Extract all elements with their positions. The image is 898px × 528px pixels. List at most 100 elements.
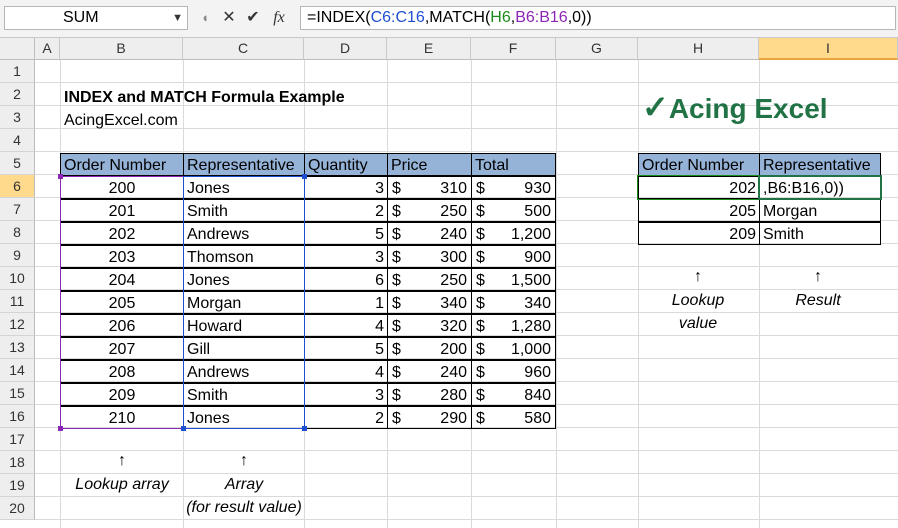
lookup-header-representative[interactable]: Representative [759,153,881,176]
cell-order-number[interactable]: 205 [60,291,184,314]
header-quantity[interactable]: Quantity [304,153,388,176]
row-header-3[interactable]: 3 [0,106,35,129]
cell-price[interactable]: $250 [387,268,472,291]
cell-representative[interactable]: Jones [183,176,305,199]
header-total[interactable]: Total [471,153,556,176]
row-header-16[interactable]: 16 [0,405,35,428]
cell-total[interactable]: $500 [471,199,556,222]
cell-quantity[interactable]: 4 [304,314,388,337]
column-header-f[interactable]: F [471,38,556,60]
cell-quantity[interactable]: 5 [304,222,388,245]
column-header-h[interactable]: H [638,38,759,60]
row-header-15[interactable]: 15 [0,382,35,405]
cell-quantity[interactable]: 6 [304,268,388,291]
cell-price[interactable]: $290 [387,406,472,429]
cancel-icon[interactable]: ✕ [218,7,240,29]
cell-representative[interactable]: Jones [183,406,305,429]
column-header-a[interactable]: A [35,38,60,60]
chevron-down-icon[interactable]: ▼ [172,7,183,29]
row-header-12[interactable]: 12 [0,313,35,336]
cell-order-number[interactable]: 204 [60,268,184,291]
row-header-10[interactable]: 10 [0,267,35,290]
lookup-cell-representative[interactable]: Morgan [759,199,881,222]
cell-quantity[interactable]: 4 [304,360,388,383]
cell-order-number[interactable]: 208 [60,360,184,383]
row-header-6[interactable]: 6 [0,175,35,198]
cell-total[interactable]: $840 [471,383,556,406]
row-header-11[interactable]: 11 [0,290,35,313]
cell-order-number[interactable]: 209 [60,383,184,406]
cell-quantity[interactable]: 5 [304,337,388,360]
cell-total[interactable]: $1,000 [471,337,556,360]
cell-quantity[interactable]: 3 [304,383,388,406]
cell-price[interactable]: $340 [387,291,472,314]
row-header-9[interactable]: 9 [0,244,35,267]
cell-quantity[interactable]: 1 [304,291,388,314]
cell-price[interactable]: $320 [387,314,472,337]
column-header-d[interactable]: D [304,38,387,60]
sheet-subtitle[interactable]: AcingExcel.com [64,109,178,132]
cell-representative[interactable]: Jones [183,268,305,291]
cell-order-number[interactable]: 201 [60,199,184,222]
formula-edit-cell[interactable]: ,B6:B16,0)) [759,176,881,199]
row-header-4[interactable]: 4 [0,129,35,152]
cell-price[interactable]: $280 [387,383,472,406]
row-header-17[interactable]: 17 [0,428,35,451]
insert-function-icon[interactable]: fx [268,7,290,29]
cell-order-number[interactable]: 200 [60,176,184,199]
cell-representative[interactable]: Howard [183,314,305,337]
cell-order-number[interactable]: 210 [60,406,184,429]
row-header-8[interactable]: 8 [0,221,35,244]
cell-representative[interactable]: Smith [183,199,305,222]
lookup-cell-order-number[interactable]: 202 [638,176,760,199]
row-header-18[interactable]: 18 [0,451,35,474]
formula-input[interactable]: =INDEX(C6:C16,MATCH(H6,B6:B16,0)) [300,6,896,30]
cell-order-number[interactable]: 202 [60,222,184,245]
cell-representative[interactable]: Andrews [183,360,305,383]
cell-quantity[interactable]: 3 [304,176,388,199]
cell-total[interactable]: $1,500 [471,268,556,291]
cell-total[interactable]: $960 [471,360,556,383]
cell-price[interactable]: $250 [387,199,472,222]
lookup-cell-order-number[interactable]: 209 [638,222,760,245]
cell-representative[interactable]: Gill [183,337,305,360]
column-header-i[interactable]: I [759,38,898,60]
more-options-icon[interactable]: ◖ [194,7,216,29]
cell-order-number[interactable]: 207 [60,337,184,360]
cell-price[interactable]: $240 [387,222,472,245]
header-price[interactable]: Price [387,153,472,176]
cell-quantity[interactable]: 2 [304,199,388,222]
cell-total[interactable]: $1,200 [471,222,556,245]
cell-price[interactable]: $240 [387,360,472,383]
cell-quantity[interactable]: 3 [304,245,388,268]
lookup-cell-representative[interactable]: Smith [759,222,881,245]
row-header-7[interactable]: 7 [0,198,35,221]
cell-quantity[interactable]: 2 [304,406,388,429]
row-header-13[interactable]: 13 [0,336,35,359]
sheet-title[interactable]: INDEX and MATCH Formula Example [64,86,345,109]
cell-price[interactable]: $300 [387,245,472,268]
row-header-1[interactable]: 1 [0,60,35,83]
select-all-corner[interactable] [0,38,35,60]
row-header-19[interactable]: 19 [0,474,35,497]
cell-total[interactable]: $930 [471,176,556,199]
row-header-20[interactable]: 20 [0,497,35,520]
cell-representative[interactable]: Morgan [183,291,305,314]
cell-representative[interactable]: Thomson [183,245,305,268]
row-header-14[interactable]: 14 [0,359,35,382]
cell-order-number[interactable]: 203 [60,245,184,268]
cell-price[interactable]: $200 [387,337,472,360]
column-header-c[interactable]: C [183,38,304,60]
column-header-e[interactable]: E [387,38,471,60]
cell-total[interactable]: $900 [471,245,556,268]
enter-icon[interactable]: ✔ [242,7,264,29]
cell-price[interactable]: $310 [387,176,472,199]
lookup-header-order-number[interactable]: Order Number [638,153,760,176]
cell-representative[interactable]: Smith [183,383,305,406]
header-representative[interactable]: Representative [183,153,305,176]
cell-order-number[interactable]: 206 [60,314,184,337]
row-header-2[interactable]: 2 [0,83,35,106]
name-box[interactable]: SUM ▼ [4,6,188,30]
cell-representative[interactable]: Andrews [183,222,305,245]
cell-total[interactable]: $340 [471,291,556,314]
